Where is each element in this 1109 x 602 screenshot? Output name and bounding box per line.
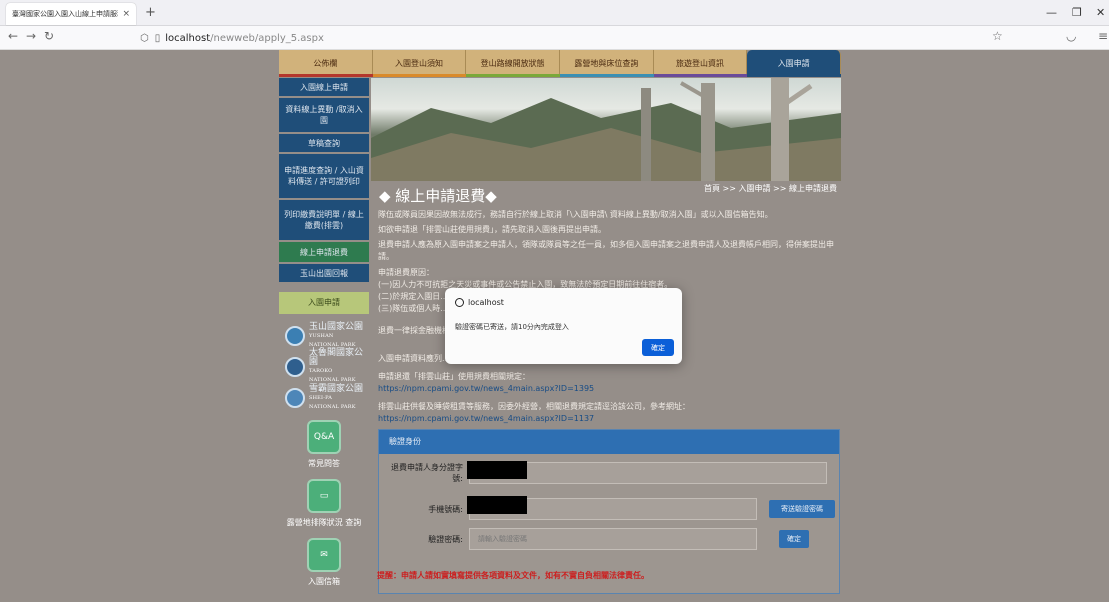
page-body: 公佈欄 入園登山須知 登山路線開放狀態 露營地與床位查詢 旅遊登山資訊 入園申請…: [0, 50, 1109, 602]
warning-text: 提醒：申請人請如實填寫提供各項資料及文件，如有不實自負相關法律責任。: [377, 571, 649, 580]
top-nav-bulletin[interactable]: 公佈欄: [279, 50, 373, 76]
sidebar-item-refund[interactable]: 線上申請退費: [279, 242, 369, 264]
globe-icon: [455, 298, 464, 307]
campsite-queue-label[interactable]: 露營地排隊狀況 查詢: [279, 517, 369, 528]
paragraph-catering: 排雲山莊供餐及睡袋租賃等服務，因委外經營，相關退費規定請逕洽該公司，參考網址：: [378, 402, 690, 411]
code-label: 驗證密碼:: [428, 534, 463, 544]
alert-dialog: localhost 驗證密碼已寄送，請10分內完成登入 確定: [445, 288, 682, 364]
top-nav-entry-notice[interactable]: 入園登山須知: [372, 50, 467, 76]
new-tab-icon[interactable]: +: [145, 5, 156, 20]
top-nav-travel-info[interactable]: 旅遊登山資訊: [653, 50, 748, 76]
browser-tab-strip: 臺灣國家公園入園入山線上申請服務 × + — ❐ ✕: [0, 0, 1109, 26]
address-bar[interactable]: ⬡ ▯ localhost/newweb/apply_5.aspx: [140, 28, 1000, 48]
park-name-en2: NATIONAL PARK: [309, 403, 356, 410]
main-content: ◆ 線上申請退費◆ 首頁 >> 入園申請 >> 線上申請退費 隊伍或隊員因果因故…: [371, 181, 841, 602]
browser-tab[interactable]: 臺灣國家公園入園入山線上申請服務 ×: [6, 3, 136, 25]
paragraph-rules: 申請退還「排雲山莊」使用規費相關規定：: [378, 372, 530, 381]
apply-button[interactable]: 入園申請: [279, 292, 369, 314]
park-link-yushan[interactable]: 玉山國家公園 YUSHAN NATIONAL PARK: [285, 322, 369, 350]
sheipa-logo-icon: [285, 388, 305, 408]
catering-link[interactable]: https://npm.cpami.gov.tw/news_4main.aspx…: [378, 413, 838, 425]
close-window-icon[interactable]: ✕: [1096, 6, 1105, 19]
rules-link[interactable]: https://npm.cpami.gov.tw/news_4main.aspx…: [378, 383, 838, 395]
redacted-phone: [467, 496, 527, 514]
park-link-sheipa[interactable]: 雪霸國家公園 SHEI-PA NATIONAL PARK: [285, 384, 369, 412]
top-nav-campsite-query[interactable]: 露營地與床位查詢: [560, 50, 654, 76]
taroko-logo-icon: [285, 357, 305, 377]
confirm-button[interactable]: 確定: [779, 530, 809, 548]
verify-form: 驗證身份 退費申請人身分證字號: 手機號碼: 寄送驗證密碼 驗證密碼: 請輸入驗…: [377, 429, 840, 594]
sidebar-item-online-apply[interactable]: 入園線上申請: [279, 78, 369, 98]
sidebar-item-draft-query[interactable]: 草稿查詢: [279, 134, 369, 154]
banner-landscape: [371, 78, 841, 181]
park-name-en: YUSHAN: [309, 332, 334, 339]
top-nav-apply[interactable]: 入園申請: [747, 50, 842, 76]
paragraph-cancel: 隊伍或隊員因果因故無法成行，務請自行於線上取消「\入園申請\ 資料線上異動/取消…: [378, 210, 773, 219]
phone-label: 手機號碼:: [428, 504, 463, 514]
qa-icon[interactable]: Q&A: [307, 420, 341, 454]
park-name: 雪霸國家公園: [309, 383, 364, 394]
pocket-icon[interactable]: ◡: [1066, 29, 1076, 43]
page-icon: ▯: [154, 32, 161, 44]
forward-icon[interactable]: →: [26, 29, 36, 43]
sidebar-item-exit-report[interactable]: 玉山出園回報: [279, 264, 369, 284]
sidebar-item-modify-cancel[interactable]: 資料線上異動 /取消入園: [279, 98, 369, 134]
url-path: /newweb/apply_5.aspx: [210, 32, 324, 44]
park-name-en: TAROKO: [309, 368, 333, 374]
shield-icon: ⬡: [140, 32, 149, 44]
minimize-icon[interactable]: —: [1046, 6, 1057, 19]
maximize-icon[interactable]: ❐: [1072, 6, 1082, 19]
page-title: ◆ 線上申請退費◆: [379, 187, 497, 205]
breadcrumb: 首頁 >> 入園申請 >> 線上申請退費: [704, 184, 837, 193]
tab-close-icon[interactable]: ×: [122, 9, 130, 19]
browser-toolbar: ← → ↻ ⬡ ▯ localhost/newweb/apply_5.aspx …: [0, 26, 1109, 50]
mailbox-label[interactable]: 入園信箱: [279, 576, 369, 587]
verify-form-header: 驗證身份: [379, 430, 839, 454]
nav-color-strip: [279, 74, 842, 77]
paragraph-applicant: 退費申請人應為原入園申請案之申請人，領隊或隊員等之任一員，如多個入園申請案之退費…: [378, 240, 834, 261]
id-label: 退費申請人身分證字號:: [391, 463, 463, 483]
campsite-queue-icon[interactable]: ▭: [307, 479, 341, 513]
yushan-logo-icon: [285, 326, 305, 346]
paragraph-reason-head: 申請退費原因：: [378, 268, 434, 277]
dialog-host: localhost: [468, 298, 504, 307]
park-link-taroko[interactable]: 太魯閣國家公園 TAROKO NATIONAL PARK: [285, 349, 369, 383]
dialog-message: 驗證密碼已寄送，請10分內完成登入: [455, 323, 569, 331]
top-nav: 公佈欄 入園登山須知 登山路線開放狀態 露營地與床位查詢 旅遊登山資訊 入園申請: [279, 50, 842, 76]
paragraph-paiyun: 如欲申請退「排雲山莊使用規費」，請先取消入園後再提出申請。: [378, 225, 606, 234]
qa-label[interactable]: 常見問答: [279, 458, 369, 469]
dialog-ok-button[interactable]: 確定: [642, 339, 674, 356]
top-nav-trail-status[interactable]: 登山路線開放狀態: [466, 50, 561, 76]
menu-icon[interactable]: ≡: [1098, 29, 1108, 43]
park-name: 玉山國家公園: [309, 321, 364, 332]
verify-code-input[interactable]: 請輸入驗證密碼: [469, 528, 757, 550]
send-code-button[interactable]: 寄送驗證密碼: [769, 500, 835, 518]
park-name: 太魯閣國家公園: [309, 348, 364, 367]
reload-icon[interactable]: ↻: [44, 29, 54, 43]
bookmark-star-icon[interactable]: ☆: [992, 29, 1003, 43]
url-host: localhost: [165, 32, 211, 44]
mountain-banner-image: [371, 78, 841, 181]
mailbox-icon[interactable]: ✉: [307, 538, 341, 572]
tab-title: 臺灣國家公園入園入山線上申請服務: [12, 10, 119, 18]
sidebar: 入園線上申請 資料線上異動 /取消入園 草稿查詢 申請進度查詢 / 入山資料傳送…: [279, 78, 369, 602]
park-name-en: SHEI-PA: [309, 394, 333, 401]
redacted-id: [467, 461, 527, 479]
back-icon[interactable]: ←: [8, 29, 18, 43]
sidebar-item-progress-query[interactable]: 申請進度查詢 / 入山資料傳送 / 許可證列印: [279, 154, 369, 200]
sidebar-item-payment[interactable]: 列印繳費說明單 / 線上繳費(排雲): [279, 200, 369, 242]
